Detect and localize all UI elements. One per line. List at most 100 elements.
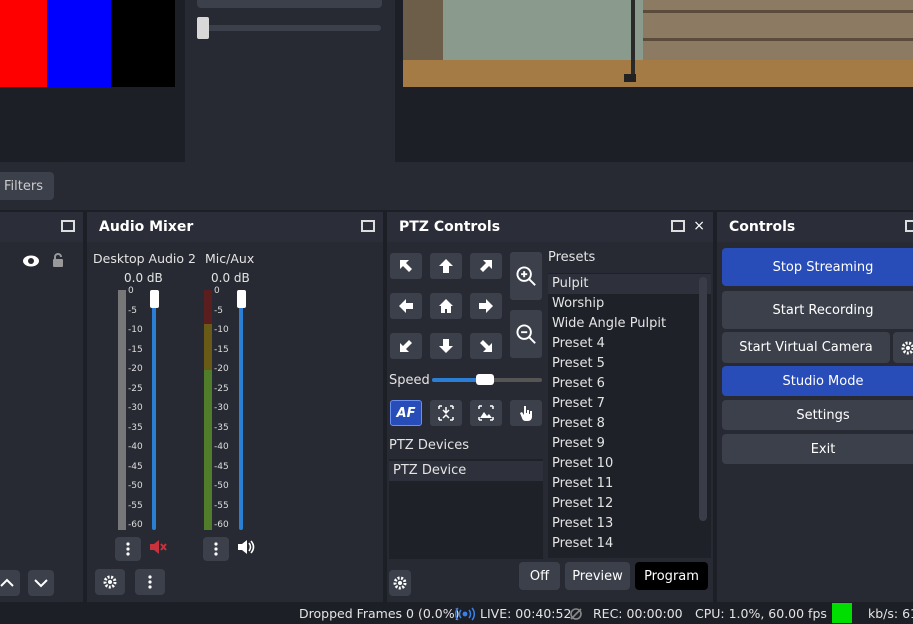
speed-slider-handle[interactable]: [476, 374, 494, 385]
speed-label: Speed: [389, 373, 430, 388]
tilt-up-button[interactable]: [430, 253, 462, 279]
preset-item[interactable]: Preset 13: [548, 514, 711, 534]
presets-list: Pulpit Worship Wide Angle Pulpit Preset 4 Pr…: [548, 273, 711, 558]
filters-button[interactable]: Filters: [0, 172, 54, 200]
focus-near-icon: [438, 405, 454, 421]
lock-icon[interactable]: [52, 252, 64, 268]
zoom-in-button[interactable]: [510, 252, 542, 300]
hand-pointer-icon: [520, 406, 532, 422]
eye-icon[interactable]: [22, 254, 40, 268]
volume-slider-handle[interactable]: [237, 290, 246, 308]
start-recording-label: Start Recording: [772, 302, 874, 318]
mixer-menu-button[interactable]: [135, 569, 165, 595]
virtual-camera-settings-button[interactable]: [893, 332, 913, 363]
home-button[interactable]: [430, 293, 462, 319]
meter-tick-label: -60: [214, 520, 229, 530]
meter-scale: 0 -5 -10 -15 -20 -25 -30 -35 -40 -45 -50 -55 -60: [211, 286, 241, 536]
meter-tick-label: -30: [128, 403, 143, 413]
preset-item[interactable]: Worship: [548, 294, 711, 314]
preset-item[interactable]: Preset 8: [548, 414, 711, 434]
chevron-up-icon: [0, 578, 14, 587]
meter-tick-label: -60: [128, 520, 143, 530]
mixer-settings-button[interactable]: [95, 569, 125, 595]
channel-name: Desktop Audio 2: [93, 251, 196, 266]
meter-tick-label: -55: [214, 500, 229, 511]
undock-icon[interactable]: [905, 220, 913, 232]
start-virtual-camera-button[interactable]: Start Virtual Camera: [722, 332, 890, 363]
mode-preview-label: Preview: [572, 568, 623, 584]
close-icon[interactable]: ×: [693, 219, 705, 233]
pan-right-button[interactable]: [470, 293, 502, 319]
studio-mode-button[interactable]: Studio Mode: [722, 366, 913, 396]
dropped-frames: Dropped Frames 0 (0.0%): [299, 606, 460, 621]
undock-icon[interactable]: [361, 220, 375, 232]
pan-down-right-button[interactable]: [470, 333, 502, 359]
meter-tick-label: 0: [128, 286, 134, 296]
rec-time: REC: 00:00:00: [593, 606, 683, 621]
preset-item[interactable]: Wide Angle Pulpit: [548, 314, 711, 334]
muted-speaker-icon[interactable]: [149, 539, 167, 555]
settings-button[interactable]: Settings: [722, 400, 913, 430]
presets-label: Presets: [548, 250, 596, 265]
stop-streaming-button[interactable]: Stop Streaming: [722, 248, 913, 286]
preset-item[interactable]: Preset 9: [548, 434, 711, 454]
exit-label: Exit: [810, 441, 836, 457]
preset-item[interactable]: Preset 6: [548, 374, 711, 394]
preset-item[interactable]: Preset 11: [548, 474, 711, 494]
channel-menu-button[interactable]: [115, 537, 141, 561]
move-down-button[interactable]: [28, 570, 54, 596]
meter-tick-label: -45: [128, 461, 143, 472]
autofocus-button[interactable]: AF: [390, 400, 422, 426]
meter-tick-label: -40: [214, 442, 229, 452]
mode-program-button[interactable]: Program: [635, 562, 708, 590]
source-item[interactable]: [0, 250, 83, 274]
preset-item[interactable]: Preset 5: [548, 354, 711, 374]
tbar-handle[interactable]: [197, 17, 209, 39]
preset-item[interactable]: Preset 10: [548, 454, 711, 474]
start-recording-button[interactable]: Start Recording: [722, 291, 913, 329]
ptz-device-item[interactable]: PTZ Device: [389, 461, 543, 481]
tbar-track[interactable]: [201, 25, 381, 31]
preset-item[interactable]: Preset 14: [548, 534, 711, 554]
meter-scale: 0 -5 -10 -15 -20 -25 -30 -35 -40 -45 -50 -55 -60: [125, 286, 155, 536]
transition-button[interactable]: [197, 0, 382, 8]
mode-off-button[interactable]: Off: [519, 562, 560, 590]
pan-up-right-button[interactable]: [470, 253, 502, 279]
volume-slider-track[interactable]: [239, 296, 243, 530]
zoom-out-icon: [516, 324, 536, 344]
channel-menu-button[interactable]: [203, 537, 229, 561]
arrow-down-right-icon: [480, 340, 492, 352]
pan-left-button[interactable]: [390, 293, 422, 319]
focus-one-touch-button[interactable]: [510, 400, 542, 426]
undock-icon[interactable]: [671, 220, 686, 232]
volume-slider-handle[interactable]: [150, 290, 159, 308]
ptz-settings-button[interactable]: [389, 570, 411, 596]
exit-button[interactable]: Exit: [722, 434, 913, 464]
undock-icon[interactable]: [61, 220, 75, 232]
preset-item[interactable]: Preset 12: [548, 494, 711, 514]
focus-near-button[interactable]: [430, 400, 462, 426]
filters-label: Filters: [4, 178, 43, 194]
pan-down-left-button[interactable]: [390, 333, 422, 359]
meter-tick-label: -45: [214, 461, 229, 472]
volume-slider-track[interactable]: [152, 296, 156, 530]
tilt-down-button[interactable]: [430, 333, 462, 359]
speaker-icon[interactable]: [237, 539, 255, 555]
presets-scrollbar[interactable]: [699, 277, 707, 521]
move-up-button[interactable]: [0, 570, 20, 596]
preset-item[interactable]: Preset 7: [548, 394, 711, 414]
meter-tick-label: -55: [128, 500, 143, 511]
meter-tick-label: -25: [128, 383, 143, 394]
meter-tick-label: -25: [214, 383, 229, 394]
focus-far-button[interactable]: [470, 400, 502, 426]
meter-tick-label: -10: [214, 325, 229, 335]
af-label: AF: [396, 405, 416, 421]
zoom-out-button[interactable]: [510, 310, 542, 358]
preset-item[interactable]: Pulpit: [548, 274, 711, 294]
preset-item[interactable]: Preset 4: [548, 334, 711, 354]
start-virtual-camera-label: Start Virtual Camera: [739, 340, 873, 355]
pan-up-left-button[interactable]: [390, 253, 422, 279]
meter-tick-label: -20: [128, 364, 143, 374]
ptz-controls-dock: PTZ Controls × Speed AF PTZ Devices PTZ …: [387, 212, 713, 602]
mode-preview-button[interactable]: Preview: [565, 562, 630, 590]
